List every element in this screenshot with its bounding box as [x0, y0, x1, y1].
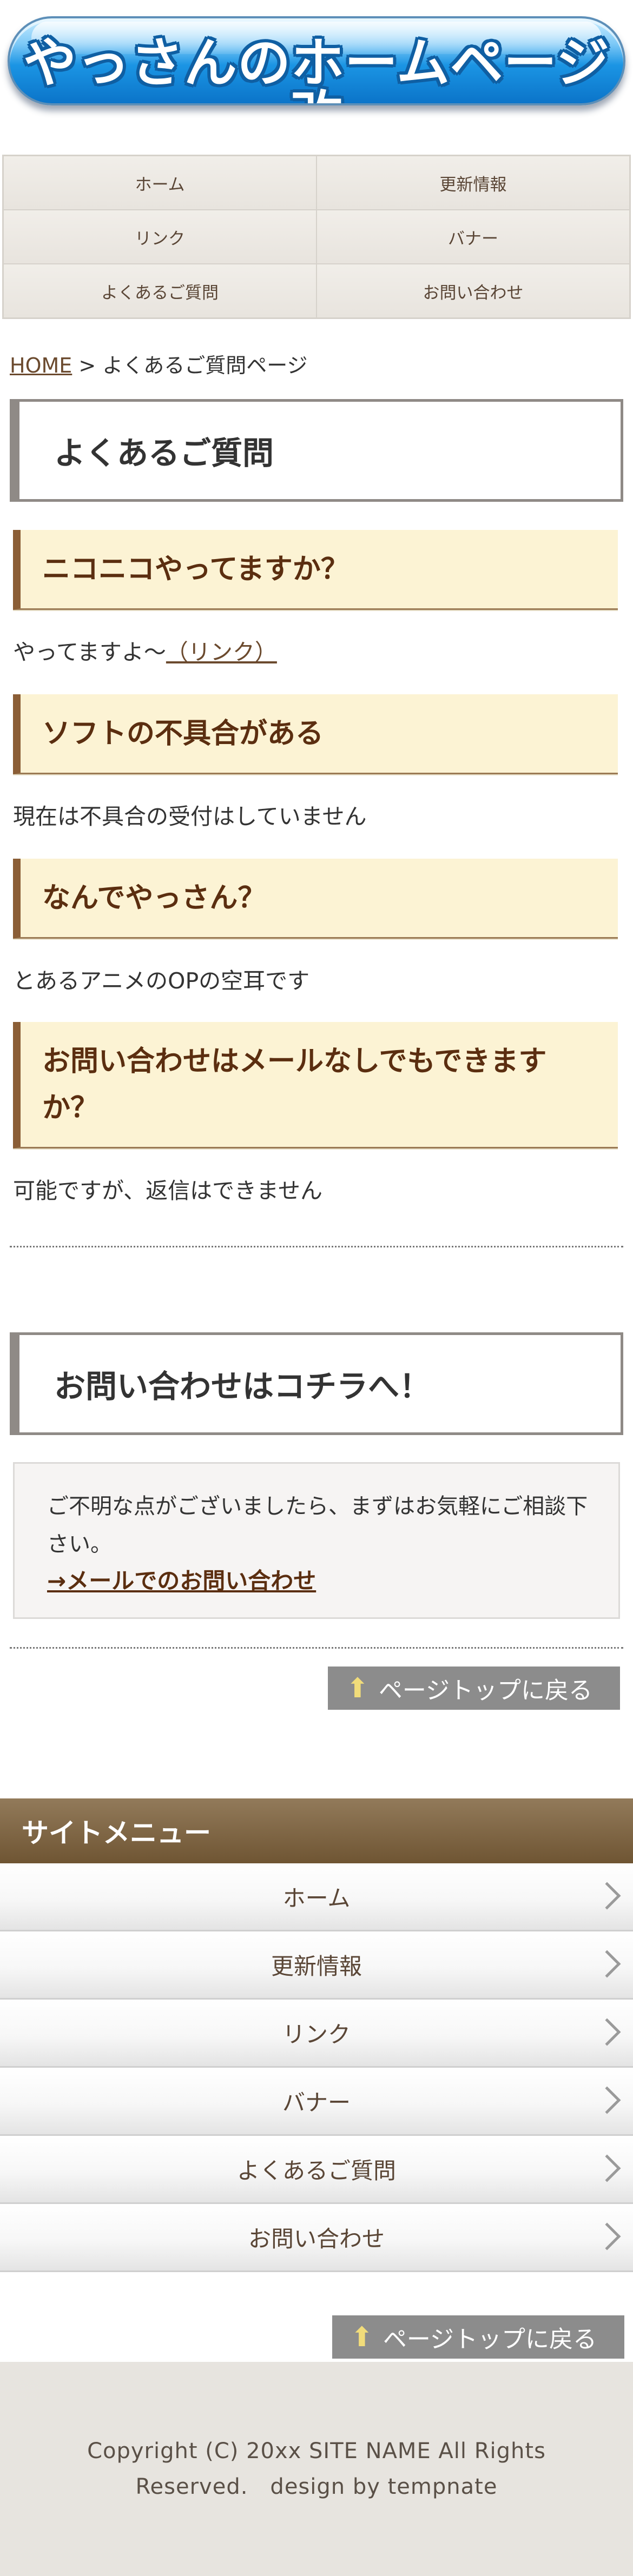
faq-answer-link[interactable]: （リンク）: [166, 639, 277, 665]
faq-question: なんでやっさん？: [13, 859, 618, 939]
sitemenu-title: サイトメニュー: [0, 1798, 633, 1863]
sitemenu-item-updates[interactable]: 更新情報: [0, 1931, 633, 2000]
breadcrumb-home-link[interactable]: HOME: [10, 354, 72, 377]
faq-answer: 現在は不具合の受付はしていません: [13, 804, 367, 829]
contact-text: ご不明な点がございましたら、まずはお気軽にご相談下さい。: [47, 1494, 588, 1557]
breadcrumb-current: よくあるご質問ページ: [102, 354, 308, 377]
sitemenu-item-label: ホーム: [282, 1885, 351, 1911]
divider: [10, 1246, 623, 1247]
gnav-item-updates[interactable]: 更新情報: [316, 156, 630, 210]
chevron-right-icon: [593, 1882, 621, 1910]
gnav-item-banner[interactable]: バナー: [316, 210, 630, 264]
up-arrow-icon: ⬆: [351, 2321, 373, 2353]
sitemenu-item-faq[interactable]: よくあるご質問: [0, 2136, 633, 2204]
faq-question: ニコニコやってますか？: [13, 530, 618, 610]
site-logo[interactable]: やっさんのホームページ改: [8, 16, 625, 105]
gnav-item-links[interactable]: リンク: [3, 210, 316, 264]
page-title: よくあるご質問: [10, 399, 623, 502]
gnav-item-home[interactable]: ホーム: [3, 156, 316, 210]
contact-title: お問い合わせはコチラへ！: [10, 1332, 623, 1435]
contact-box: ご不明な点がございましたら、まずはお気軽にご相談下さい。 →メールでのお問い合わ…: [13, 1462, 620, 1619]
chevron-right-icon: [593, 2222, 621, 2250]
sitemenu-item-home[interactable]: ホーム: [0, 1863, 633, 1931]
faq-question: ソフトの不具合がある: [13, 694, 618, 774]
faq-answer: やってますよ～（リンク）: [13, 634, 277, 666]
chevron-right-icon: [593, 2086, 621, 2114]
sitemenu-item-label: お問い合わせ: [248, 2226, 385, 2252]
breadcrumb: HOME > よくあるご質問ページ: [10, 349, 308, 379]
chevron-right-icon: [593, 2018, 621, 2046]
pagetop-label: ページトップに戻る: [383, 2326, 597, 2353]
sitemenu-item-contact[interactable]: お問い合わせ: [0, 2204, 633, 2272]
faq-answer: 可能ですが、返信はできません: [13, 1178, 322, 1204]
up-arrow-icon: ⬆: [346, 1672, 369, 1704]
gnav-item-faq[interactable]: よくあるご質問: [3, 264, 316, 318]
divider: [10, 1647, 623, 1649]
sitemenu-item-label: バナー: [282, 2089, 351, 2116]
global-nav: ホーム 更新情報 リンク バナー よくあるご質問 お問い合わせ: [2, 155, 631, 319]
sitemenu-item-label: よくあるご質問: [236, 2157, 396, 2184]
footer-copyright: Copyright (C) 20xx SITE NAME All Rights …: [87, 2439, 546, 2499]
faq-answer: とあるアニメのOPの空耳です: [13, 968, 310, 994]
faq-answer-text: やってますよ～: [13, 639, 166, 665]
pagetop-label: ページトップに戻る: [378, 1677, 593, 1704]
faq-question: お問い合わせはメールなしでもできますか？: [13, 1022, 618, 1148]
pagetop-button[interactable]: ⬆ ページトップに戻る: [328, 1667, 620, 1710]
footer: Copyright (C) 20xx SITE NAME All Rights …: [0, 2362, 633, 2576]
gnav-item-contact[interactable]: お問い合わせ: [316, 264, 630, 318]
sitemenu-item-links[interactable]: リンク: [0, 2000, 633, 2068]
sitemenu-item-label: リンク: [282, 2021, 351, 2048]
breadcrumb-separator: >: [72, 354, 103, 377]
site-logo-text: やっさんのホームページ改: [23, 32, 610, 103]
chevron-right-icon: [593, 2154, 621, 2182]
pagetop-button[interactable]: ⬆ ページトップに戻る: [332, 2315, 624, 2359]
chevron-right-icon: [593, 1950, 621, 1978]
sitemenu-item-banner[interactable]: バナー: [0, 2068, 633, 2136]
sitemenu: ホーム 更新情報 リンク バナー よくあるご質問 お問い合わせ: [0, 1863, 633, 2272]
sitemenu-item-label: 更新情報: [271, 1953, 362, 1980]
contact-mail-link[interactable]: →メールでのお問い合わせ: [47, 1563, 588, 1599]
